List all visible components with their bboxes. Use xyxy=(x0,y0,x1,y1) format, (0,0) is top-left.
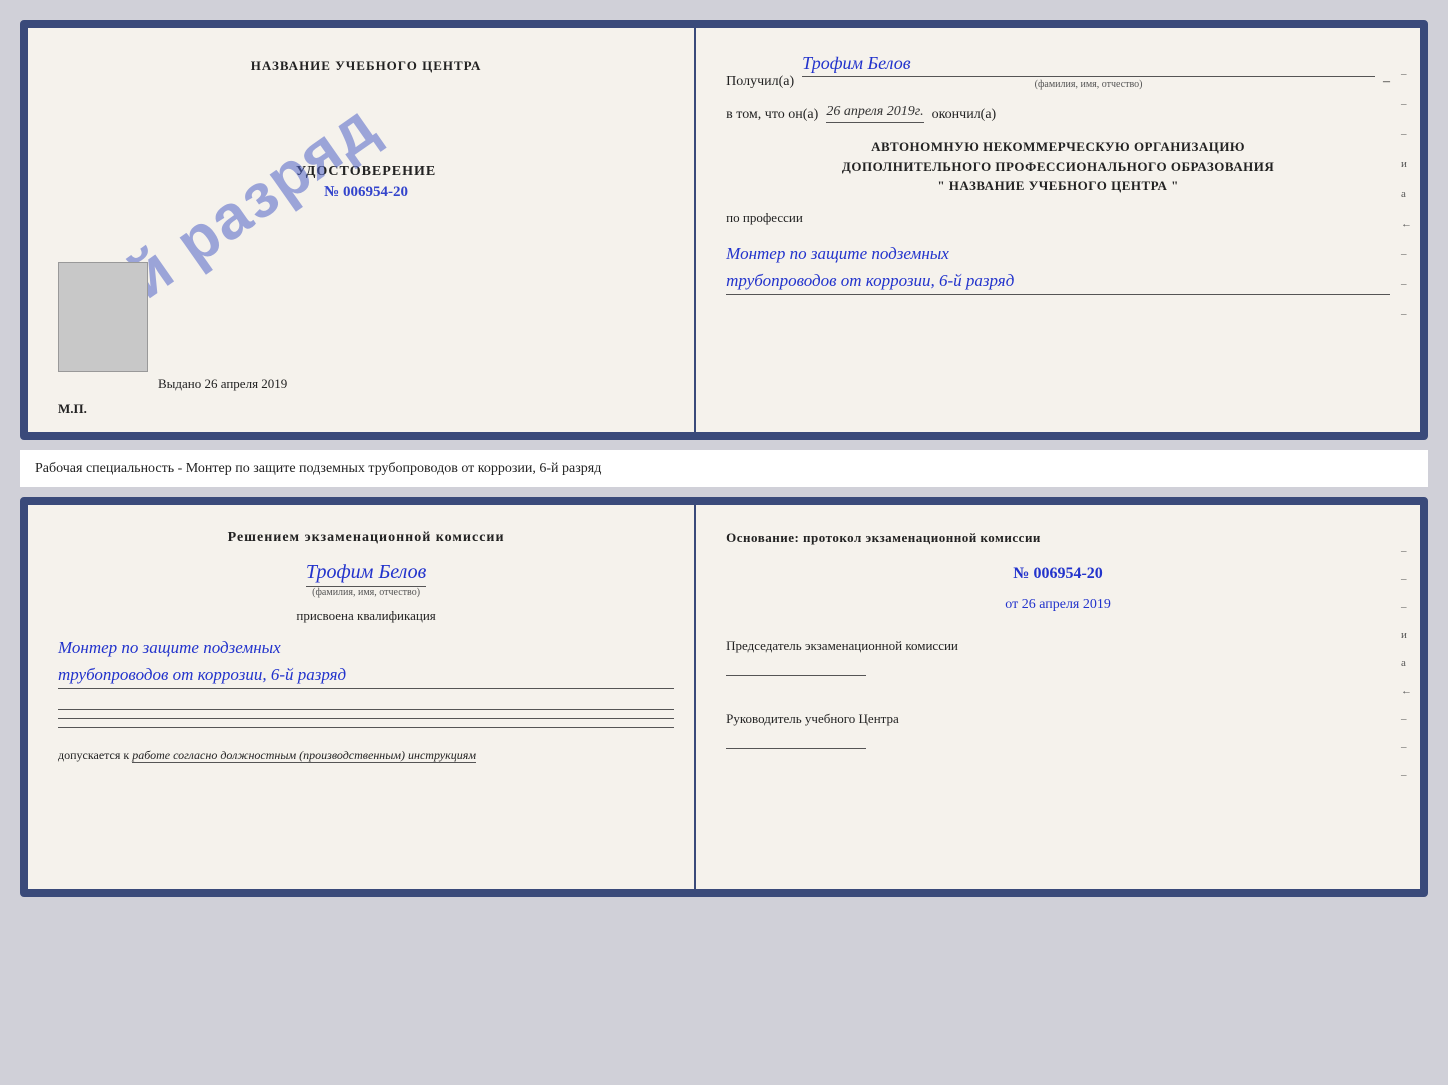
protocol-date: 26 апреля 2019 xyxy=(1022,597,1111,612)
qualification-text: Монтер по защите подземных трубопроводов… xyxy=(58,634,674,689)
org-line3: " НАЗВАНИЕ УЧЕБНОГО ЦЕНТРА " xyxy=(726,176,1390,196)
org-line2: ДОПОЛНИТЕЛЬНОГО ПРОФЕССИОНАЛЬНОГО ОБРАЗО… xyxy=(726,157,1390,177)
bottom-name: Трофим Белов xyxy=(306,561,426,587)
vydano-block: Выдано 26 апреля 2019 xyxy=(158,376,287,392)
certificate-bottom: Решением экзаменационной комиссии Трофим… xyxy=(20,497,1428,897)
rukovoditel-label: Руководитель учебного Центра xyxy=(726,710,1390,728)
page-wrapper: НАЗВАНИЕ УЧЕБНОГО ЦЕНТРА 6-й разряд УДОС… xyxy=(20,20,1428,897)
professii-line1: Монтер по защите подземных xyxy=(726,240,1390,267)
professii-name: Монтер по защите подземных трубопроводов… xyxy=(726,240,1390,295)
photo-placeholder xyxy=(58,262,148,372)
side-marks-right: – – – и а ← – – – xyxy=(1401,68,1412,320)
org-full-name: АВТОНОМНУЮ НЕКОММЕРЧЕСКУЮ ОРГАНИЗАЦИЮ ДО… xyxy=(726,137,1390,196)
vydano-label: Выдано xyxy=(158,376,201,391)
cert-bottom-right: Основание: протокол экзаменационной коми… xyxy=(696,505,1420,889)
udostoverenie-number: № 006954-20 xyxy=(296,184,436,201)
protocol-date-row: от 26 апреля 2019 xyxy=(726,597,1390,613)
dash-right: – xyxy=(1383,74,1390,90)
dopuskaetsya-block: допускается к работе согласно должностны… xyxy=(58,748,674,763)
cert-left: НАЗВАНИЕ УЧЕБНОГО ЦЕНТРА 6-й разряд УДОС… xyxy=(28,28,696,432)
prisvoena-label: присвоена квалификация xyxy=(58,608,674,624)
poluchil-row: Получил(а) Трофим Белов (фамилия, имя, о… xyxy=(726,53,1390,90)
cert-right: Получил(а) Трофим Белов (фамилия, имя, о… xyxy=(696,28,1420,432)
vtom-row: в том, что он(а) 26 апреля 2019г. окончи… xyxy=(726,104,1390,123)
resheniem-title: Решением экзаменационной комиссии xyxy=(58,530,674,546)
po-professii-label: по профессии xyxy=(726,210,1390,226)
chairman-label: Председатель экзаменационной комиссии xyxy=(726,637,1390,655)
protocol-number: № 006954-20 xyxy=(726,565,1390,583)
udostoverenie-title: УДОСТОВЕРЕНИЕ xyxy=(296,164,436,180)
okonchil-label: окончил(а) xyxy=(932,107,997,123)
dopuskaetsya-label: допускается к xyxy=(58,748,129,762)
rukovoditel-block: Руководитель учебного Центра xyxy=(726,695,1390,754)
side-marks-bottom-right: – – – и а ← – – – xyxy=(1401,545,1412,781)
rukovoditel-signature-line xyxy=(726,748,866,749)
cert-bottom-left: Решением экзаменационной комиссии Трофим… xyxy=(28,505,696,889)
fio-sub: (фамилия, имя, отчество) xyxy=(312,587,420,598)
certificate-top: НАЗВАНИЕ УЧЕБНОГО ЦЕНТРА 6-й разряд УДОС… xyxy=(20,20,1428,440)
empty-line-2 xyxy=(58,718,674,719)
org-line1: АВТОНОМНУЮ НЕКОММЕРЧЕСКУЮ ОРГАНИЗАЦИЮ xyxy=(726,137,1390,157)
udostoverenie-block: УДОСТОВЕРЕНИЕ № 006954-20 xyxy=(296,164,436,201)
poluchil-label: Получил(а) xyxy=(726,74,794,90)
vtom-label: в том, что он(а) xyxy=(726,107,818,123)
osnovanie-label: Основание: протокол экзаменационной коми… xyxy=(726,530,1390,546)
qual-line1: Монтер по защите подземных xyxy=(58,634,674,661)
empty-line-3 xyxy=(58,727,674,728)
vydano-date: 26 апреля 2019 xyxy=(205,376,288,391)
qual-line2: трубопроводов от коррозии, 6-й разряд xyxy=(58,661,674,688)
org-name-title: НАЗВАНИЕ УЧЕБНОГО ЦЕНТРА xyxy=(251,58,482,74)
ot-label: от xyxy=(1005,597,1018,612)
chairman-block: Председатель экзаменационной комиссии xyxy=(726,637,1390,681)
mp-block: М.П. xyxy=(58,401,87,417)
poluchil-name: Трофим Белов xyxy=(802,53,1375,77)
vtom-date: 26 апреля 2019г. xyxy=(826,104,923,123)
empty-line-1 xyxy=(58,709,674,710)
poluchil-sub: (фамилия, имя, отчество) xyxy=(802,79,1375,90)
professii-line2: трубопроводов от коррозии, 6-й разряд xyxy=(726,267,1390,294)
dopuskaetsya-text: работе согласно должностным (производств… xyxy=(132,748,476,763)
chairman-signature-line xyxy=(726,675,866,676)
working-specialty-label: Рабочая специальность - Монтер по защите… xyxy=(20,450,1428,487)
